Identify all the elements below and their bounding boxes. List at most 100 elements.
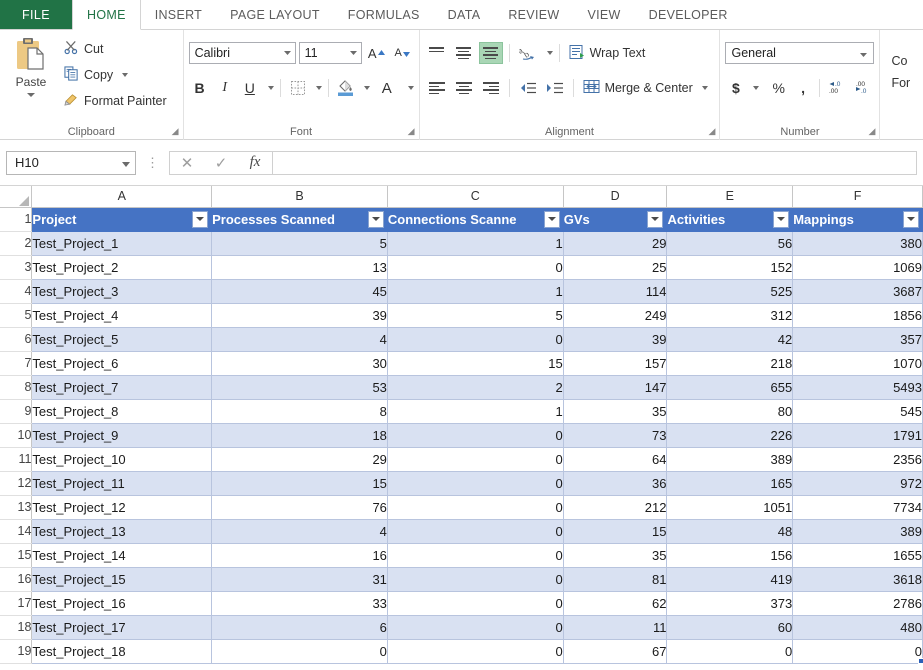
cell-F10[interactable]: 1791	[792, 423, 923, 448]
cell-D12[interactable]: 36	[563, 471, 668, 496]
cell-D4[interactable]: 114	[563, 279, 668, 304]
cell-B14[interactable]: 4	[211, 519, 388, 544]
cell-A2[interactable]: Test_Project_1	[31, 231, 213, 256]
cell-F14[interactable]: 389	[792, 519, 923, 544]
cell-E15[interactable]: 156	[666, 543, 794, 568]
chevron-down-icon[interactable]	[122, 155, 130, 170]
cell-D11[interactable]: 64	[563, 447, 668, 472]
cell-F12[interactable]: 972	[792, 471, 923, 496]
chevron-down-icon[interactable]	[122, 73, 129, 77]
table-header-gvs[interactable]: GVs	[563, 207, 668, 232]
format-painter-button[interactable]: Format Painter	[61, 90, 170, 112]
cell-A16[interactable]: Test_Project_15	[31, 567, 213, 592]
column-header-d[interactable]: D	[563, 186, 668, 208]
align-top-button[interactable]	[425, 42, 449, 64]
row-header-16[interactable]: 16	[0, 567, 33, 592]
cell-C2[interactable]: 1	[387, 231, 564, 256]
row-header-5[interactable]: 5	[0, 303, 33, 328]
cell-D2[interactable]: 29	[563, 231, 668, 256]
chevron-down-icon[interactable]	[407, 86, 414, 90]
row-header-8[interactable]: 8	[0, 375, 33, 400]
table-header-project[interactable]: Project	[31, 207, 213, 232]
cell-B11[interactable]: 29	[211, 447, 388, 472]
row-header-14[interactable]: 14	[0, 519, 33, 544]
cell-F3[interactable]: 1069	[792, 255, 923, 280]
merge-and-center-button[interactable]: Merge & Center	[580, 76, 711, 100]
table-header-activities[interactable]: Activities	[666, 207, 794, 232]
cell-D6[interactable]: 39	[563, 327, 668, 352]
cell-A4[interactable]: Test_Project_3	[31, 279, 213, 304]
cell-D7[interactable]: 157	[563, 351, 668, 376]
align-middle-button[interactable]	[452, 42, 476, 64]
chevron-down-icon[interactable]	[363, 86, 370, 90]
cell-B3[interactable]: 13	[211, 255, 388, 280]
cell-B6[interactable]: 4	[211, 327, 388, 352]
cell-C18[interactable]: 0	[387, 615, 564, 640]
align-left-button[interactable]	[425, 77, 449, 99]
cell-A17[interactable]: Test_Project_16	[31, 591, 213, 616]
chevron-down-icon[interactable]	[860, 46, 868, 60]
orientation-button[interactable]: a b	[516, 41, 540, 65]
cell-A6[interactable]: Test_Project_5	[31, 327, 213, 352]
cell-B16[interactable]: 31	[211, 567, 388, 592]
row-header-18[interactable]: 18	[0, 615, 33, 640]
tab-review[interactable]: REVIEW	[494, 0, 573, 29]
cell-A10[interactable]: Test_Project_9	[31, 423, 213, 448]
font-color-button[interactable]: A	[373, 76, 401, 100]
filter-dropdown-icon[interactable]	[192, 210, 209, 228]
insert-function-button[interactable]: fx	[238, 152, 272, 174]
cell-B18[interactable]: 6	[211, 615, 388, 640]
chevron-down-icon[interactable]	[315, 86, 322, 90]
selection-fill-handle[interactable]	[917, 658, 923, 664]
number-format-select[interactable]: General	[725, 42, 875, 64]
cell-F7[interactable]: 1070	[792, 351, 923, 376]
fill-color-button[interactable]	[335, 76, 357, 100]
cell-C6[interactable]: 0	[387, 327, 564, 352]
filter-dropdown-icon[interactable]	[367, 210, 384, 228]
cut-button[interactable]: Cut	[61, 38, 170, 60]
cell-E6[interactable]: 42	[666, 327, 794, 352]
filter-dropdown-icon[interactable]	[903, 210, 919, 228]
cell-D19[interactable]: 67	[563, 639, 668, 664]
cell-F8[interactable]: 5493	[792, 375, 923, 400]
cell-C17[interactable]: 0	[387, 591, 564, 616]
cell-E11[interactable]: 389	[666, 447, 794, 472]
align-right-button[interactable]	[479, 77, 503, 99]
cell-F6[interactable]: 357	[792, 327, 923, 352]
row-header-2[interactable]: 2	[0, 231, 33, 256]
row-header-7[interactable]: 7	[0, 351, 33, 376]
alignment-dialog-launcher-icon[interactable]: ◢	[709, 126, 716, 137]
cell-F2[interactable]: 380	[792, 231, 923, 256]
chevron-down-icon[interactable]	[753, 86, 760, 90]
number-dialog-launcher-icon[interactable]: ◢	[869, 126, 876, 137]
percent-format-button[interactable]: %	[767, 76, 790, 100]
cell-E16[interactable]: 419	[666, 567, 794, 592]
cell-D5[interactable]: 249	[563, 303, 668, 328]
font-size-select[interactable]: 11	[298, 42, 362, 64]
cell-D17[interactable]: 62	[563, 591, 668, 616]
row-header-6[interactable]: 6	[0, 327, 33, 352]
cell-C5[interactable]: 5	[387, 303, 564, 328]
cell-A13[interactable]: Test_Project_12	[31, 495, 213, 520]
cell-C3[interactable]: 0	[387, 255, 564, 280]
underline-button[interactable]: U	[239, 76, 261, 100]
formula-bar-grip[interactable]: ⋮	[146, 156, 159, 169]
cell-C9[interactable]: 1	[387, 399, 564, 424]
tab-data[interactable]: DATA	[434, 0, 495, 29]
filter-dropdown-icon[interactable]	[543, 210, 560, 228]
cell-C7[interactable]: 15	[387, 351, 564, 376]
copy-button[interactable]: Copy	[61, 64, 170, 86]
cell-B4[interactable]: 45	[211, 279, 388, 304]
cell-F17[interactable]: 2786	[792, 591, 923, 616]
formula-input[interactable]	[273, 150, 917, 175]
cell-E5[interactable]: 312	[666, 303, 794, 328]
conditional-formatting-button[interactable]: Co	[885, 50, 918, 72]
cell-C10[interactable]: 0	[387, 423, 564, 448]
cell-A11[interactable]: Test_Project_10	[31, 447, 213, 472]
table-header-processes-scanned[interactable]: Processes Scanned	[211, 207, 388, 232]
row-header-11[interactable]: 11	[0, 447, 33, 472]
cell-B5[interactable]: 39	[211, 303, 388, 328]
cell-D10[interactable]: 73	[563, 423, 668, 448]
column-header-b[interactable]: B	[211, 186, 388, 208]
borders-button[interactable]	[287, 76, 309, 100]
